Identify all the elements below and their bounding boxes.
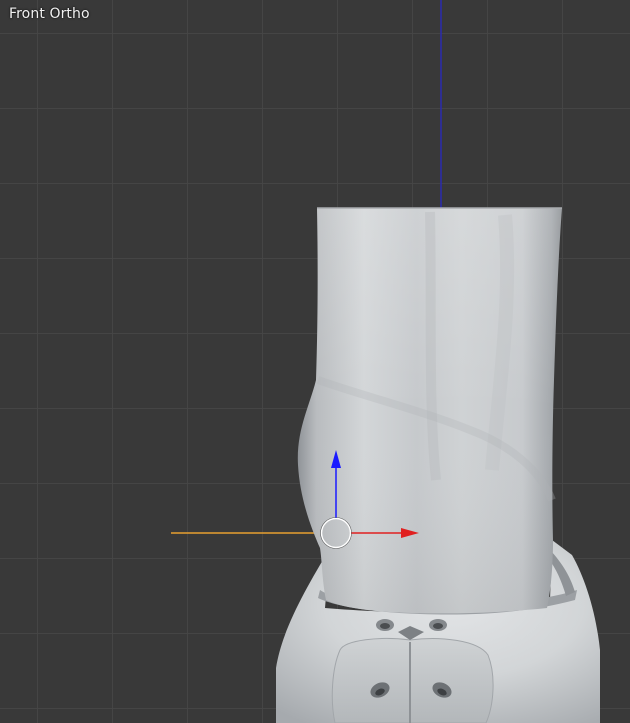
transform-gizmo[interactable] (0, 0, 630, 723)
3d-viewport[interactable]: Front Ortho (0, 0, 630, 723)
gizmo-x-arrow[interactable] (351, 528, 419, 538)
gizmo-center-circle[interactable] (320, 517, 352, 549)
gizmo-z-arrow[interactable] (331, 450, 341, 518)
